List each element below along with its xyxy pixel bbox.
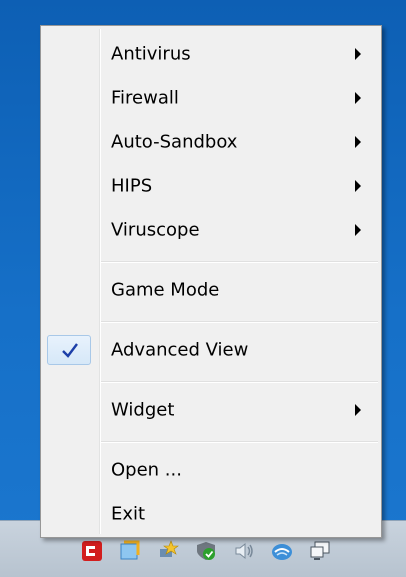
menu-separator [101, 441, 378, 443]
menu-item-label: Widget [111, 399, 175, 421]
menu-item-exit[interactable]: Exit [43, 498, 379, 530]
menu-item-label: Exit [111, 503, 146, 525]
volume-icon[interactable] [232, 539, 256, 563]
submenu-arrow-icon [355, 48, 361, 60]
comodo-red-icon[interactable] [80, 539, 104, 563]
menu-item-label: HIPS [111, 175, 153, 197]
menu-item-firewall[interactable]: Firewall [43, 82, 379, 114]
menu-separator [101, 261, 378, 263]
menu-item-hips[interactable]: HIPS [43, 170, 379, 202]
menu-item-auto-sandbox[interactable]: Auto-Sandbox [43, 126, 379, 158]
menu-item-widget[interactable]: Widget [43, 394, 379, 426]
system-tray [80, 536, 332, 566]
sticky-notes-icon[interactable] [118, 539, 142, 563]
menu-item-advanced-view[interactable]: Advanced View [43, 334, 379, 366]
menu-item-open[interactable]: Open ... [43, 454, 379, 486]
submenu-arrow-icon [355, 404, 361, 416]
shield-check-icon[interactable] [194, 539, 218, 563]
menu-item-label: Antivirus [111, 43, 191, 65]
menu-item-label: Auto-Sandbox [111, 131, 238, 153]
submenu-arrow-icon [355, 224, 361, 236]
menu-item-label: Game Mode [111, 279, 220, 301]
display-icon[interactable] [308, 539, 332, 563]
menu-item-antivirus[interactable]: Antivirus [43, 38, 379, 70]
menu-item-label: Open ... [111, 459, 182, 481]
checkmark-icon [62, 343, 78, 358]
submenu-arrow-icon [355, 180, 361, 192]
menu-item-game-mode[interactable]: Game Mode [43, 274, 379, 306]
menu-item-viruscope[interactable]: Viruscope [43, 214, 379, 246]
menu-item-label: Advanced View [111, 339, 249, 361]
checked-indicator [47, 335, 91, 365]
menu-item-label: Firewall [111, 87, 179, 109]
menu-separator [101, 321, 378, 323]
context-menu: Antivirus Firewall Auto-Sandbox HIPS Vir… [40, 25, 382, 538]
menu-separator [101, 381, 378, 383]
network-star-icon[interactable] [156, 539, 180, 563]
submenu-arrow-icon [355, 136, 361, 148]
submenu-arrow-icon [355, 92, 361, 104]
comodo-cloud-icon[interactable] [270, 539, 294, 563]
menu-item-label: Viruscope [111, 219, 200, 241]
